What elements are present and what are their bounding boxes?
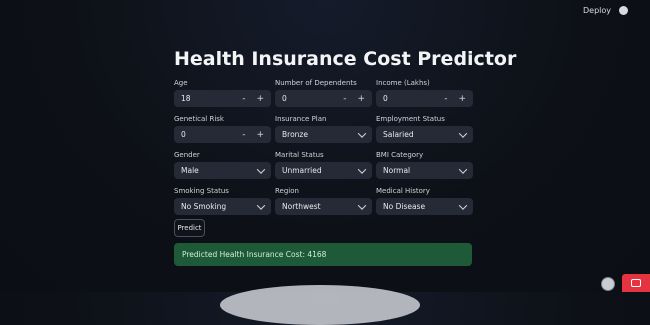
region-field: Region Northwest — [275, 186, 372, 215]
plus-icon[interactable]: + — [458, 94, 466, 104]
bmi-category-field: BMI Category Normal — [376, 150, 473, 179]
dependents-label: Number of Dependents — [275, 79, 357, 87]
insurance-plan-select[interactable]: Bronze — [275, 126, 372, 143]
region-label: Region — [275, 187, 299, 195]
medical-history-select[interactable]: No Disease — [376, 198, 473, 215]
plus-icon[interactable]: + — [256, 130, 264, 140]
region-value: Northwest — [282, 202, 321, 211]
chevron-down-icon — [357, 200, 367, 210]
dependents-number-input[interactable]: 0 - + — [275, 90, 372, 107]
income-field: Income (Lakhs) 0 - + — [376, 78, 473, 107]
income-number-input[interactable]: 0 - + — [376, 90, 473, 107]
insurance-plan-field: Insurance Plan Bronze — [275, 114, 372, 143]
marital-status-field: Marital Status Unmarried — [275, 150, 372, 179]
smoking-status-value: No Smoking — [181, 202, 227, 211]
smoking-status-select[interactable]: No Smoking — [174, 198, 271, 215]
plus-icon[interactable]: + — [357, 94, 365, 104]
smoking-status-label: Smoking Status — [174, 187, 229, 195]
bmi-category-select[interactable]: Normal — [376, 162, 473, 179]
medical-history-field: Medical History No Disease — [376, 186, 473, 215]
gender-field: Gender Male — [174, 150, 271, 179]
medical-history-value: No Disease — [383, 202, 426, 211]
employment-status-select[interactable]: Salaried — [376, 126, 473, 143]
age-field: Age 18 - + — [174, 78, 271, 107]
age-number-input[interactable]: 18 - + — [174, 90, 271, 107]
github-icon[interactable] — [619, 6, 628, 15]
marital-status-label: Marital Status — [275, 151, 324, 159]
insurance-plan-value: Bronze — [282, 130, 308, 139]
genetical-risk-value: 0 — [181, 130, 186, 139]
income-label: Income (Lakhs) — [376, 79, 430, 87]
top-toolbar: Deploy — [583, 6, 628, 15]
marital-status-select[interactable]: Unmarried — [275, 162, 372, 179]
employment-status-field: Employment Status Salaried — [376, 114, 473, 143]
crown-icon — [631, 279, 641, 287]
smoking-status-field: Smoking Status No Smoking — [174, 186, 271, 215]
region-select[interactable]: Northwest — [275, 198, 372, 215]
genetical-risk-label: Genetical Risk — [174, 115, 224, 123]
employment-status-label: Employment Status — [376, 115, 445, 123]
employment-status-value: Salaried — [383, 130, 414, 139]
prediction-result-alert: Predicted Health Insurance Cost: 4168 — [174, 243, 472, 266]
genetical-risk-number-input[interactable]: 0 - + — [174, 126, 271, 143]
bmi-category-value: Normal — [383, 166, 411, 175]
marital-status-value: Unmarried — [282, 166, 322, 175]
insurance-plan-label: Insurance Plan — [275, 115, 327, 123]
minus-icon[interactable]: - — [242, 94, 245, 104]
age-value: 18 — [181, 94, 191, 103]
deploy-button[interactable]: Deploy — [583, 6, 611, 15]
plus-icon[interactable]: + — [256, 94, 264, 104]
chevron-down-icon — [458, 200, 468, 210]
gender-select[interactable]: Male — [174, 162, 271, 179]
bmi-category-label: BMI Category — [376, 151, 424, 159]
dependents-value: 0 — [282, 94, 287, 103]
chevron-down-icon — [357, 164, 367, 174]
chevron-down-icon — [458, 128, 468, 138]
chevron-down-icon — [256, 164, 266, 174]
genetical-risk-field: Genetical Risk 0 - + — [174, 114, 271, 143]
age-label: Age — [174, 79, 188, 87]
dependents-field: Number of Dependents 0 - + — [275, 78, 372, 107]
minus-icon[interactable]: - — [444, 94, 447, 104]
predict-button[interactable]: Predict — [174, 219, 205, 237]
income-value: 0 — [383, 94, 388, 103]
chevron-down-icon — [256, 200, 266, 210]
chevron-down-icon — [357, 128, 367, 138]
page-title: Health Insurance Cost Predictor — [174, 48, 517, 70]
minus-icon[interactable]: - — [343, 94, 346, 104]
avatar[interactable] — [601, 277, 615, 291]
medical-history-label: Medical History — [376, 187, 430, 195]
gender-value: Male — [181, 166, 199, 175]
gender-label: Gender — [174, 151, 200, 159]
streamlit-badge[interactable] — [622, 274, 650, 292]
minus-icon[interactable]: - — [242, 130, 245, 140]
decorative-glow — [220, 285, 420, 325]
chevron-down-icon — [458, 164, 468, 174]
prediction-result-text: Predicted Health Insurance Cost: 4168 — [182, 250, 327, 259]
